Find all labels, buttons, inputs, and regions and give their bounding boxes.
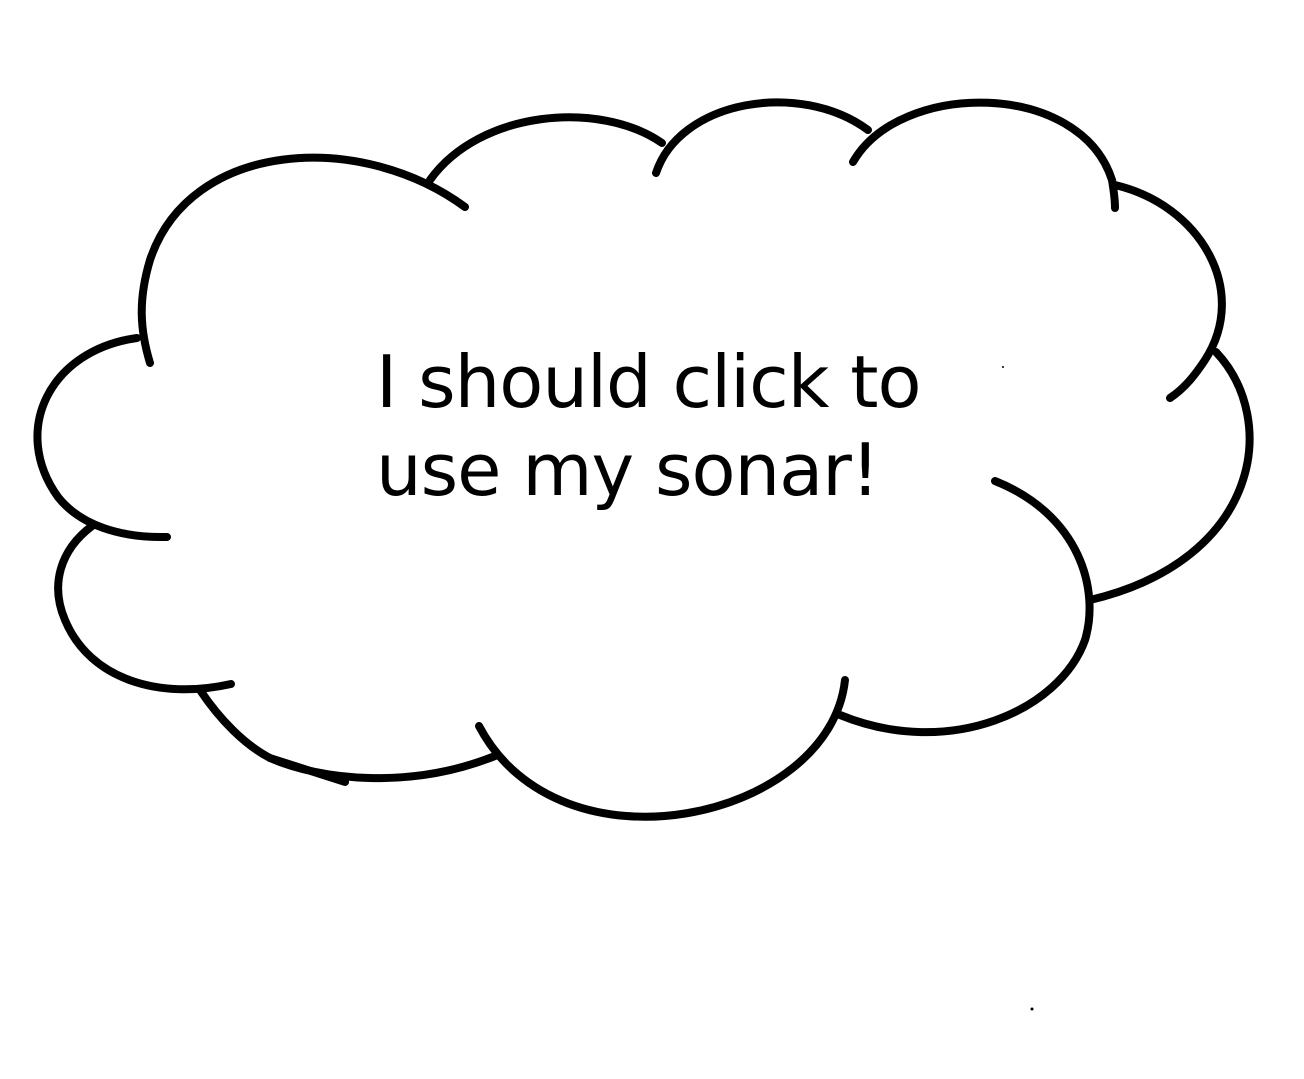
thought-bubble-text: I should click to use my sonar! xyxy=(376,338,996,514)
thought-line-2: use my sonar! xyxy=(376,428,880,512)
thought-bubble xyxy=(33,98,1254,1011)
thought-line-1: I should click to xyxy=(376,340,922,424)
stray-dots xyxy=(1002,366,1034,1011)
